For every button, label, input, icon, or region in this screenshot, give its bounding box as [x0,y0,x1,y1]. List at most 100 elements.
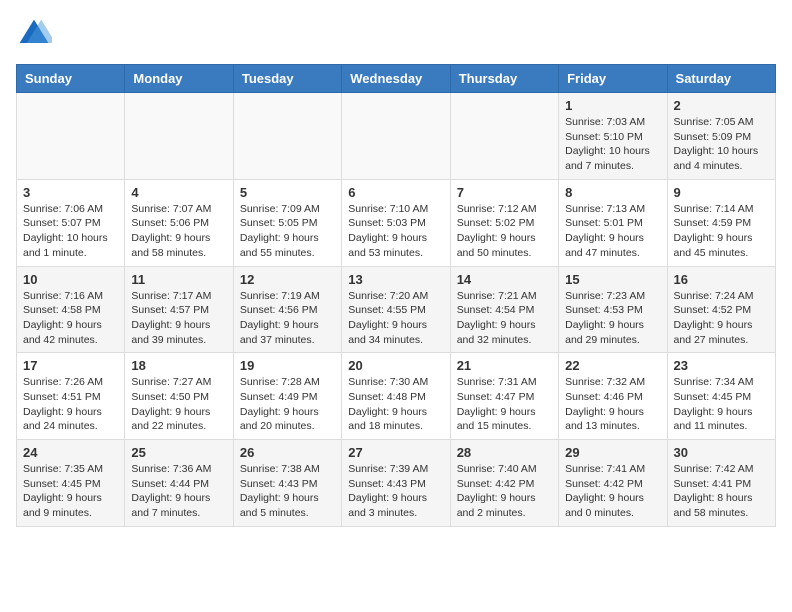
calendar-cell: 20Sunrise: 7:30 AM Sunset: 4:48 PM Dayli… [342,353,450,440]
day-number: 8 [565,185,660,200]
day-number: 26 [240,445,335,460]
calendar-table: SundayMondayTuesdayWednesdayThursdayFrid… [16,64,776,527]
day-number: 20 [348,358,443,373]
day-detail: Sunrise: 7:28 AM Sunset: 4:49 PM Dayligh… [240,375,335,434]
day-detail: Sunrise: 7:31 AM Sunset: 4:47 PM Dayligh… [457,375,552,434]
calendar-cell: 3 Sunrise: 7:06 AM Sunset: 5:07 PM Daylig… [17,179,125,266]
day-number: 5 [240,185,335,200]
day-detail: Sunrise: 7:40 AM Sunset: 4:42 PM Dayligh… [457,462,552,521]
calendar-cell: 17Sunrise: 7:26 AM Sunset: 4:51 PM Dayli… [17,353,125,440]
calendar-week-row: 1Sunrise: 7:03 AM Sunset: 5:10 PM Daylig… [17,93,776,180]
calendar-cell: 22 Sunrise: 7:32 AM Sunset: 4:46 PM Dayli… [559,353,667,440]
logo-icon [16,16,52,52]
weekday-header: Tuesday [233,65,341,93]
calendar-cell: 28 Sunrise: 7:40 AM Sunset: 4:42 PM Dayli… [450,440,558,527]
logo [16,16,56,52]
day-detail: Sunrise: 7:35 AM Sunset: 4:45 PM Dayligh… [23,462,118,521]
day-detail: Sunrise: 7:10 AM Sunset: 5:03 PM Dayligh… [348,202,443,261]
calendar-cell: 25 Sunrise: 7:36 AM Sunset: 4:44 PM Dayli… [125,440,233,527]
calendar-cell: 10 Sunrise: 7:16 AM Sunset: 4:58 PM Dayli… [17,266,125,353]
calendar-cell: 26 Sunrise: 7:38 AM Sunset: 4:43 PM Dayli… [233,440,341,527]
calendar-cell: 6 Sunrise: 7:10 AM Sunset: 5:03 PM Daylig… [342,179,450,266]
day-number: 1 [565,98,660,113]
weekday-header: Sunday [17,65,125,93]
weekday-header: Saturday [667,65,775,93]
calendar-cell: 12 Sunrise: 7:19 AM Sunset: 4:56 PM Dayli… [233,266,341,353]
day-detail: Sunrise: 7:32 AM Sunset: 4:46 PM Dayligh… [565,375,660,434]
calendar-cell: 4Sunrise: 7:07 AM Sunset: 5:06 PM Daylig… [125,179,233,266]
calendar-cell [125,93,233,180]
calendar-cell: 2Sunrise: 7:05 AM Sunset: 5:09 PM Daylig… [667,93,775,180]
calendar-cell: 15 Sunrise: 7:23 AM Sunset: 4:53 PM Dayli… [559,266,667,353]
day-detail: Sunrise: 7:23 AM Sunset: 4:53 PM Dayligh… [565,289,660,348]
day-number: 21 [457,358,552,373]
calendar-cell: 14Sunrise: 7:21 AM Sunset: 4:54 PM Dayli… [450,266,558,353]
day-detail: Sunrise: 7:06 AM Sunset: 5:07 PM Dayligh… [23,202,118,261]
day-number: 11 [131,272,226,287]
day-number: 3 [23,185,118,200]
day-number: 23 [674,358,769,373]
calendar-cell [342,93,450,180]
day-detail: Sunrise: 7:13 AM Sunset: 5:01 PM Dayligh… [565,202,660,261]
calendar-body: 1Sunrise: 7:03 AM Sunset: 5:10 PM Daylig… [17,93,776,527]
calendar-cell [17,93,125,180]
calendar-cell: 13 Sunrise: 7:20 AM Sunset: 4:55 PM Dayli… [342,266,450,353]
day-detail: Sunrise: 7:34 AM Sunset: 4:45 PM Dayligh… [674,375,769,434]
calendar-cell: 7 Sunrise: 7:12 AM Sunset: 5:02 PM Daylig… [450,179,558,266]
day-detail: Sunrise: 7:20 AM Sunset: 4:55 PM Dayligh… [348,289,443,348]
calendar-cell [450,93,558,180]
calendar-cell: 29 Sunrise: 7:41 AM Sunset: 4:42 PM Dayli… [559,440,667,527]
day-detail: Sunrise: 7:09 AM Sunset: 5:05 PM Dayligh… [240,202,335,261]
day-detail: Sunrise: 7:38 AM Sunset: 4:43 PM Dayligh… [240,462,335,521]
page-header [16,16,776,52]
day-detail: Sunrise: 7:05 AM Sunset: 5:09 PM Dayligh… [674,115,769,174]
day-detail: Sunrise: 7:39 AM Sunset: 4:43 PM Dayligh… [348,462,443,521]
day-number: 27 [348,445,443,460]
calendar-cell: 11 Sunrise: 7:17 AM Sunset: 4:57 PM Dayli… [125,266,233,353]
calendar-cell: 23 Sunrise: 7:34 AM Sunset: 4:45 PM Dayli… [667,353,775,440]
weekday-header: Friday [559,65,667,93]
day-number: 22 [565,358,660,373]
day-number: 4 [131,185,226,200]
day-detail: Sunrise: 7:19 AM Sunset: 4:56 PM Dayligh… [240,289,335,348]
day-number: 17 [23,358,118,373]
day-number: 12 [240,272,335,287]
day-number: 28 [457,445,552,460]
day-detail: Sunrise: 7:42 AM Sunset: 4:41 PM Dayligh… [674,462,769,521]
day-number: 9 [674,185,769,200]
calendar-week-row: 17Sunrise: 7:26 AM Sunset: 4:51 PM Dayli… [17,353,776,440]
weekday-header: Monday [125,65,233,93]
weekday-header: Thursday [450,65,558,93]
day-detail: Sunrise: 7:36 AM Sunset: 4:44 PM Dayligh… [131,462,226,521]
calendar-cell: 8 Sunrise: 7:13 AM Sunset: 5:01 PM Daylig… [559,179,667,266]
calendar-cell: 24Sunrise: 7:35 AM Sunset: 4:45 PM Dayli… [17,440,125,527]
day-detail: Sunrise: 7:17 AM Sunset: 4:57 PM Dayligh… [131,289,226,348]
day-detail: Sunrise: 7:27 AM Sunset: 4:50 PM Dayligh… [131,375,226,434]
header-row: SundayMondayTuesdayWednesdayThursdayFrid… [17,65,776,93]
day-number: 6 [348,185,443,200]
day-number: 29 [565,445,660,460]
day-number: 10 [23,272,118,287]
day-number: 13 [348,272,443,287]
calendar-header: SundayMondayTuesdayWednesdayThursdayFrid… [17,65,776,93]
calendar-week-row: 3 Sunrise: 7:06 AM Sunset: 5:07 PM Daylig… [17,179,776,266]
weekday-header: Wednesday [342,65,450,93]
calendar-cell: 21 Sunrise: 7:31 AM Sunset: 4:47 PM Dayli… [450,353,558,440]
day-number: 7 [457,185,552,200]
calendar-cell: 5 Sunrise: 7:09 AM Sunset: 5:05 PM Daylig… [233,179,341,266]
calendar-cell: 27 Sunrise: 7:39 AM Sunset: 4:43 PM Dayli… [342,440,450,527]
day-detail: Sunrise: 7:12 AM Sunset: 5:02 PM Dayligh… [457,202,552,261]
day-detail: Sunrise: 7:14 AM Sunset: 4:59 PM Dayligh… [674,202,769,261]
calendar-cell: 30 Sunrise: 7:42 AM Sunset: 4:41 PM Dayli… [667,440,775,527]
day-number: 30 [674,445,769,460]
day-number: 18 [131,358,226,373]
day-detail: Sunrise: 7:24 AM Sunset: 4:52 PM Dayligh… [674,289,769,348]
day-number: 15 [565,272,660,287]
calendar-cell: 18 Sunrise: 7:27 AM Sunset: 4:50 PM Dayli… [125,353,233,440]
day-number: 16 [674,272,769,287]
day-detail: Sunrise: 7:41 AM Sunset: 4:42 PM Dayligh… [565,462,660,521]
day-number: 25 [131,445,226,460]
calendar-cell: 1Sunrise: 7:03 AM Sunset: 5:10 PM Daylig… [559,93,667,180]
day-number: 19 [240,358,335,373]
day-detail: Sunrise: 7:16 AM Sunset: 4:58 PM Dayligh… [23,289,118,348]
